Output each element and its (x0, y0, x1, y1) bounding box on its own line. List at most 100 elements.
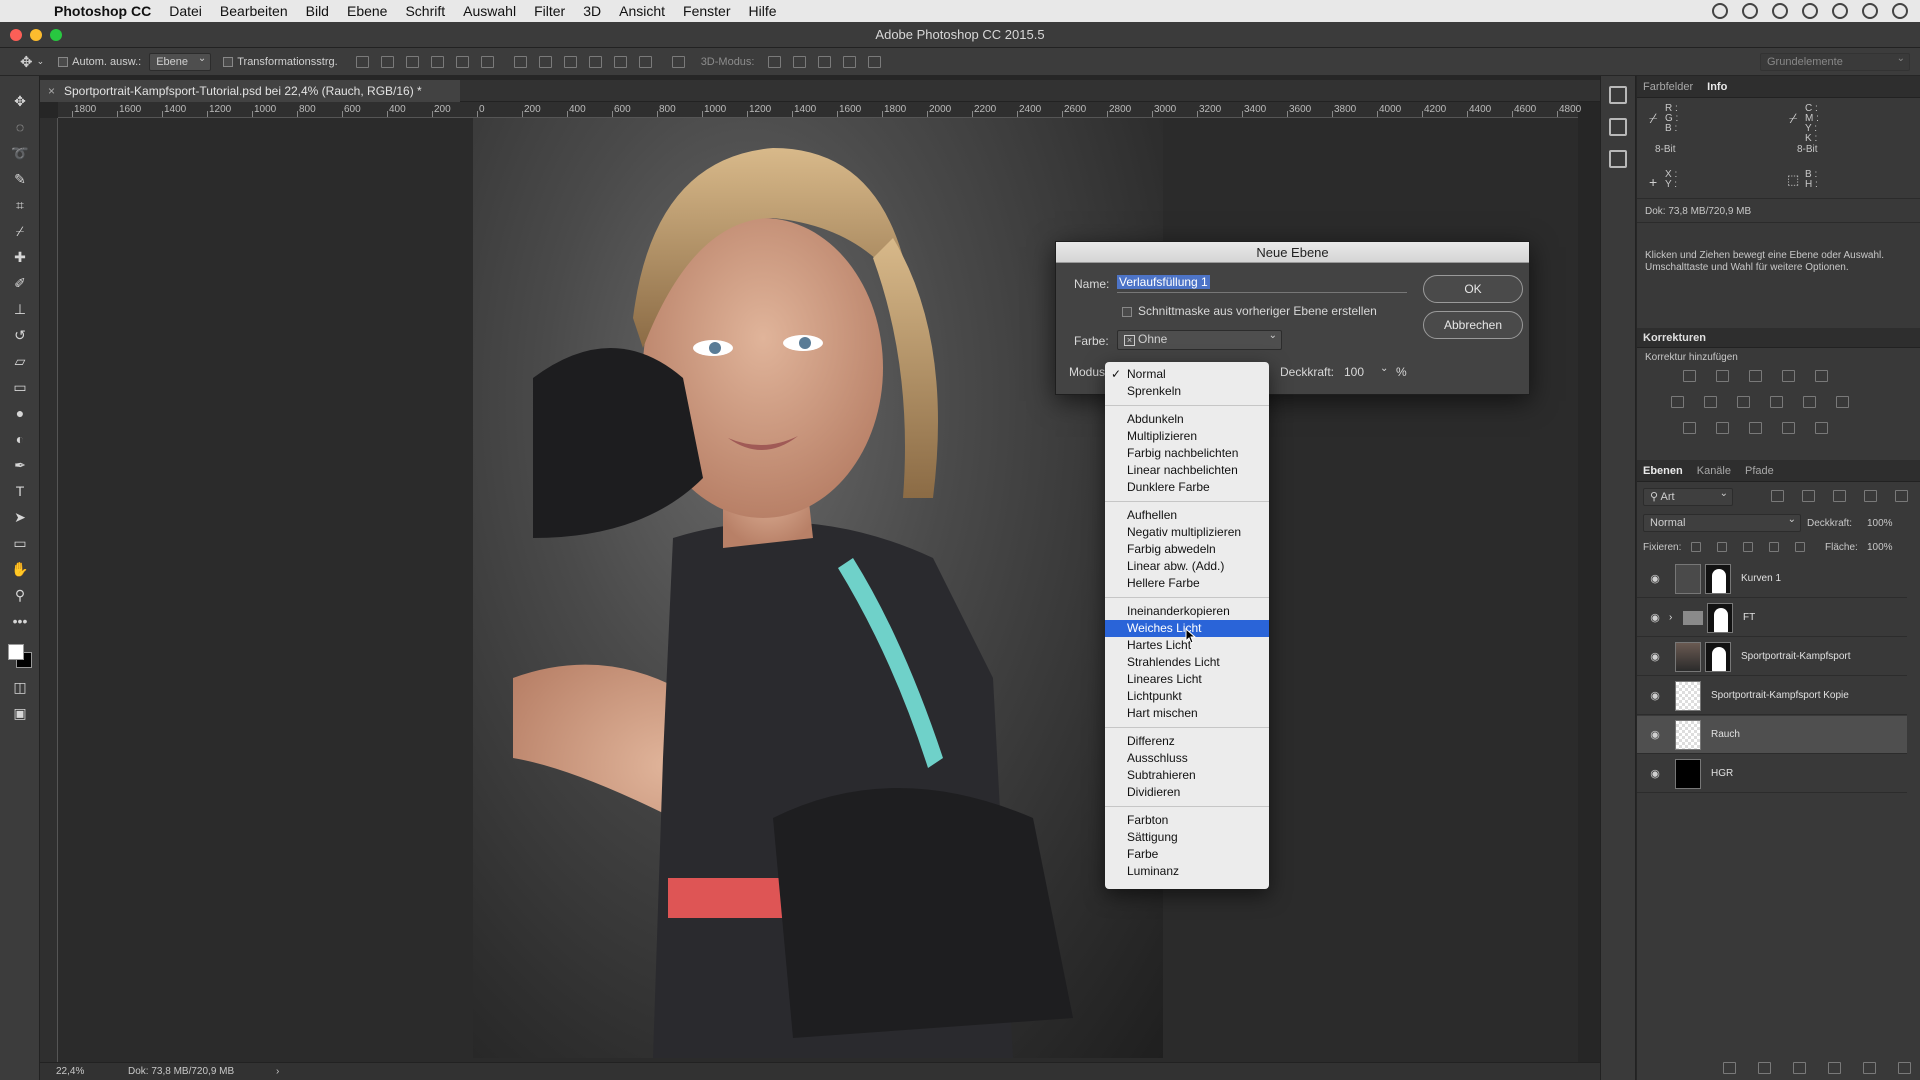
blend-mode-option[interactable]: Lichtpunkt (1105, 688, 1269, 705)
minimize-window-icon[interactable] (30, 29, 42, 41)
tool-preset-chevron-icon[interactable]: ⌄ (37, 56, 45, 67)
selective-color-icon[interactable] (1782, 422, 1795, 434)
3d-roll-icon[interactable] (793, 55, 807, 68)
crop-tool-icon[interactable]: ⌗ (0, 192, 40, 218)
blend-mode-option[interactable]: Ausschluss (1105, 750, 1269, 767)
tab-farbfelder[interactable]: Farbfelder (1643, 81, 1693, 93)
blend-mode-option[interactable]: Subtrahieren (1105, 767, 1269, 784)
gradient-map-icon[interactable] (1815, 422, 1828, 434)
ok-button[interactable]: OK (1423, 275, 1523, 303)
align-vcenter-icon[interactable] (380, 55, 394, 68)
move-tool-icon[interactable]: ✥ (0, 88, 40, 114)
menu-ansicht[interactable]: Ansicht (619, 3, 665, 19)
auto-select-dropdown[interactable]: Ebene (149, 51, 212, 71)
color-select[interactable]: × Ohne (1117, 328, 1282, 350)
group-chevron-icon[interactable]: › (1669, 612, 1679, 623)
tab-pfade[interactable]: Pfade (1745, 465, 1774, 477)
threshold-icon[interactable] (1749, 422, 1762, 434)
history-brush-tool-icon[interactable]: ↺ (0, 322, 40, 348)
status-menu-icon[interactable]: › (276, 1063, 279, 1080)
zoom-tool-icon[interactable]: ⚲ (0, 582, 40, 608)
clock-icon[interactable] (1802, 3, 1818, 19)
align-left-icon[interactable] (430, 55, 444, 68)
gradient-tool-icon[interactable]: ▭ (0, 374, 40, 400)
apple-icon[interactable] (20, 3, 40, 19)
cloud-icon[interactable] (1742, 3, 1758, 19)
blend-mode-option[interactable]: Aufhellen (1105, 507, 1269, 524)
blur-tool-icon[interactable]: ● (0, 400, 40, 426)
curves-adjust-icon[interactable] (1749, 370, 1762, 382)
lock-artboard-icon[interactable] (1769, 542, 1779, 552)
transform-controls-checkbox[interactable] (223, 56, 234, 67)
hand-tool-icon[interactable]: ✋ (0, 556, 40, 582)
menu-ebene[interactable]: Ebene (347, 3, 387, 19)
eraser-tool-icon[interactable]: ▱ (0, 348, 40, 374)
tab-kanaele[interactable]: Kanäle (1697, 465, 1731, 477)
workspace-switcher[interactable]: Grundelemente (1760, 51, 1910, 71)
blend-mode-option[interactable]: Hellere Farbe (1105, 575, 1269, 592)
invert-icon[interactable] (1683, 422, 1696, 434)
brush-tool-icon[interactable]: ✐ (0, 270, 40, 296)
new-group-icon[interactable] (1863, 1062, 1876, 1074)
blend-mode-option[interactable]: Differenz (1105, 733, 1269, 750)
3d-slide-icon[interactable] (843, 55, 857, 68)
blend-mode-option[interactable]: Linear nachbelichten (1105, 462, 1269, 479)
visibility-eye-icon[interactable]: ◉ (1645, 650, 1665, 663)
dialog-opacity-value[interactable]: 100 (1344, 365, 1364, 379)
distribute-right-icon[interactable] (638, 55, 652, 68)
fill-value[interactable]: 100% (1867, 542, 1893, 553)
opacity-stepper-icon[interactable]: ⌄ (1380, 363, 1388, 374)
quick-select-tool-icon[interactable]: ✎ (0, 166, 40, 192)
actions-panel-icon[interactable] (1609, 118, 1627, 136)
rectangle-tool-icon[interactable]: ▭ (0, 530, 40, 556)
color-lookup-icon[interactable] (1836, 396, 1849, 408)
name-field[interactable]: Verlaufsfüllung 1 (1117, 273, 1407, 293)
visibility-eye-icon[interactable]: ◉ (1645, 728, 1665, 741)
distribute-top-icon[interactable] (513, 55, 527, 68)
align-right-icon[interactable] (480, 55, 494, 68)
menu-3d[interactable]: 3D (583, 3, 601, 19)
menu-bearbeiten[interactable]: Bearbeiten (220, 3, 288, 19)
3d-pan-icon[interactable] (818, 55, 832, 68)
pen-tool-icon[interactable]: ✒ (0, 452, 40, 478)
filter-pixel-icon[interactable] (1771, 490, 1784, 502)
color-balance-icon[interactable] (1704, 396, 1717, 408)
zoom-level[interactable]: 22,4% (56, 1063, 84, 1080)
blend-mode-option[interactable]: Linear abw. (Add.) (1105, 558, 1269, 575)
tab-info[interactable]: Info (1707, 81, 1727, 93)
layer-row[interactable]: ◉ Rauch (1637, 716, 1907, 754)
distribute-left-icon[interactable] (588, 55, 602, 68)
visibility-eye-icon[interactable]: ◉ (1645, 767, 1665, 780)
levels-adjust-icon[interactable] (1716, 370, 1729, 382)
adjustments-panel-title[interactable]: Korrekturen (1637, 328, 1920, 348)
visibility-eye-icon[interactable]: ◉ (1645, 611, 1665, 624)
black-white-icon[interactable] (1737, 396, 1750, 408)
exposure-adjust-icon[interactable] (1782, 370, 1795, 382)
lock-all-icon[interactable] (1795, 542, 1805, 552)
align-top-icon[interactable] (355, 55, 369, 68)
layer-row[interactable]: ◉ Sportportrait-Kampfsport (1637, 638, 1907, 676)
history-panel-icon[interactable] (1609, 86, 1627, 104)
filter-type-icon[interactable] (1833, 490, 1846, 502)
app-menu[interactable]: Photoshop CC (54, 3, 151, 19)
move-tool-icon[interactable]: ✥ (20, 53, 33, 71)
filter-adjust-icon[interactable] (1802, 490, 1815, 502)
bluetooth-icon[interactable] (1832, 3, 1848, 19)
close-tab-icon[interactable]: × (48, 80, 55, 102)
blend-mode-option[interactable]: Farbton (1105, 812, 1269, 829)
vibrance-adjust-icon[interactable] (1815, 370, 1828, 382)
properties-panel-icon[interactable] (1609, 150, 1627, 168)
blend-mode-option[interactable]: Hart mischen (1105, 705, 1269, 722)
blend-mode-option[interactable]: Luminanz (1105, 863, 1269, 880)
layer-blend-mode-select[interactable]: Normal (1643, 512, 1801, 532)
color-swatches[interactable] (0, 634, 39, 674)
marquee-tool-icon[interactable]: ◌ (0, 114, 40, 140)
clipping-mask-checkbox[interactable] (1122, 307, 1132, 317)
lock-transparency-icon[interactable] (1691, 542, 1701, 552)
align-bottom-icon[interactable] (405, 55, 419, 68)
dodge-tool-icon[interactable]: ◐ (0, 426, 40, 452)
blend-mode-option[interactable]: Negativ multiplizieren (1105, 524, 1269, 541)
menu-auswahl[interactable]: Auswahl (463, 3, 516, 19)
auto-align-icon[interactable] (671, 55, 685, 68)
menu-bild[interactable]: Bild (306, 3, 329, 19)
